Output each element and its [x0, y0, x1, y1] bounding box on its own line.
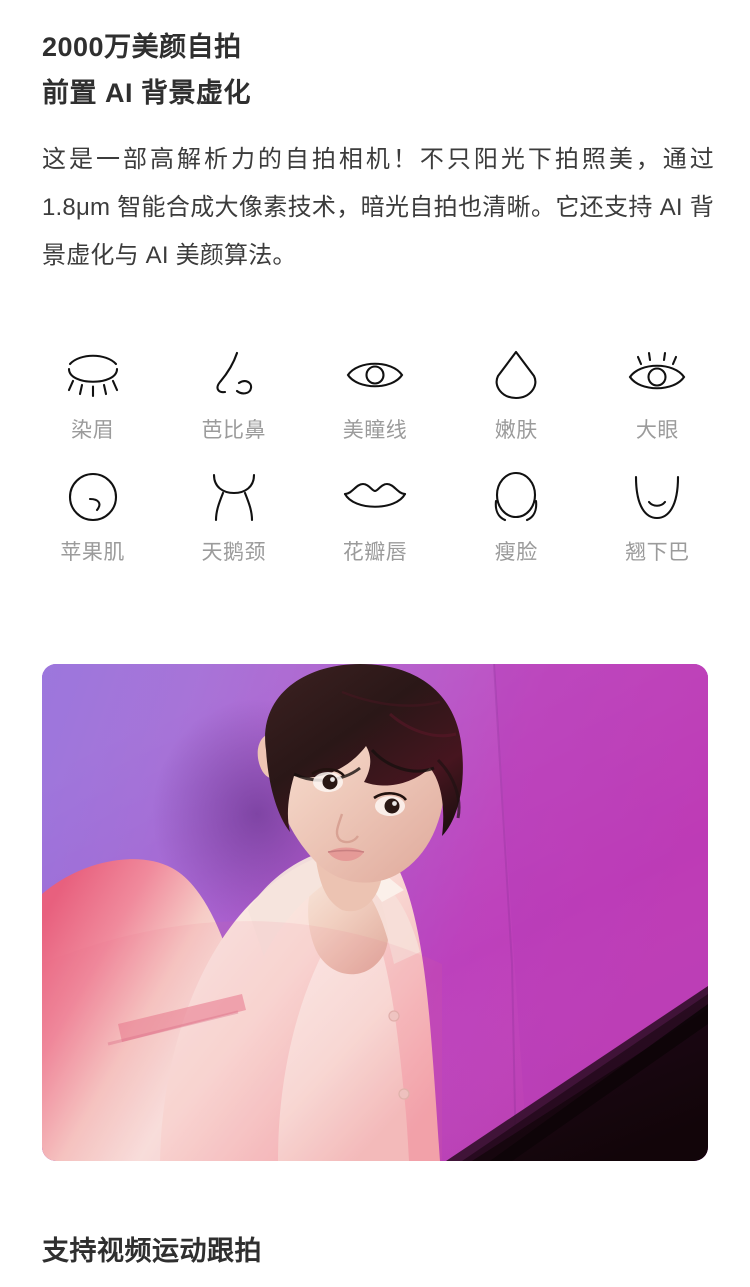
section-title-video: 支持视频运动跟拍 [42, 1236, 262, 1266]
feature-label: 天鹅颈 [201, 541, 267, 564]
feature-item-eyebrow[interactable]: 染眉 [22, 346, 163, 441]
page-title-line-2: 前置 AI 背景虚化 [42, 78, 252, 108]
nose-icon [198, 346, 270, 404]
feature-label: 苹果肌 [60, 541, 125, 564]
feature-label: 嫩肤 [494, 419, 538, 442]
feature-label: 染眉 [71, 419, 115, 442]
feature-item-skin[interactable]: 嫩肤 [446, 346, 587, 441]
feature-label: 大眼 [635, 419, 679, 442]
feature-label: 花瓣唇 [342, 541, 408, 564]
chin-icon [621, 468, 693, 526]
feature-row-1: 染眉 芭比鼻 美瞳线 嫩肤 大眼 [0, 346, 750, 441]
feature-label: 美瞳线 [342, 419, 408, 442]
feature-row-2: 苹果肌 天鹅颈 花瓣唇 瘦脸 翘下巴 [0, 468, 750, 563]
feature-item-big-eye[interactable]: 大眼 [587, 346, 728, 441]
feature-item-neck[interactable]: 天鹅颈 [163, 468, 304, 563]
selfie-photo-illustration [42, 664, 708, 1161]
feature-item-slim-face[interactable]: 瘦脸 [446, 468, 587, 563]
feature-label: 芭比鼻 [201, 419, 267, 442]
feature-item-lips[interactable]: 花瓣唇 [304, 468, 445, 563]
lips-icon [339, 468, 411, 526]
description-paragraph: 这是一部高解析力的自拍相机！不只阳光下拍照美，通过 1.8μm 智能合成大像素技… [42, 146, 714, 269]
eye-outline-icon [339, 346, 411, 404]
eyebrow-lashes-icon [57, 346, 129, 404]
page-title: 2000万美颜自拍 前置 AI 背景虚化 [42, 24, 712, 116]
beauty-feature-grid: 染眉 芭比鼻 美瞳线 嫩肤 大眼 苹果肌 天鹅颈 花瓣唇 瘦脸 翘下巴 [0, 346, 750, 590]
water-drop-icon [480, 346, 552, 404]
feature-item-nose[interactable]: 芭比鼻 [163, 346, 304, 441]
feature-item-eyeliner[interactable]: 美瞳线 [304, 346, 445, 441]
slim-face-icon [480, 468, 552, 526]
feature-item-cheek[interactable]: 苹果肌 [22, 468, 163, 563]
page-title-line-1: 2000万美颜自拍 [42, 32, 242, 62]
feature-label: 瘦脸 [494, 541, 538, 564]
selfie-photo [42, 664, 708, 1161]
swan-neck-icon [198, 468, 270, 526]
big-eye-icon [621, 346, 693, 404]
feature-item-chin[interactable]: 翘下巴 [587, 468, 728, 563]
feature-label: 翘下巴 [625, 541, 690, 564]
cheek-icon [57, 468, 129, 526]
